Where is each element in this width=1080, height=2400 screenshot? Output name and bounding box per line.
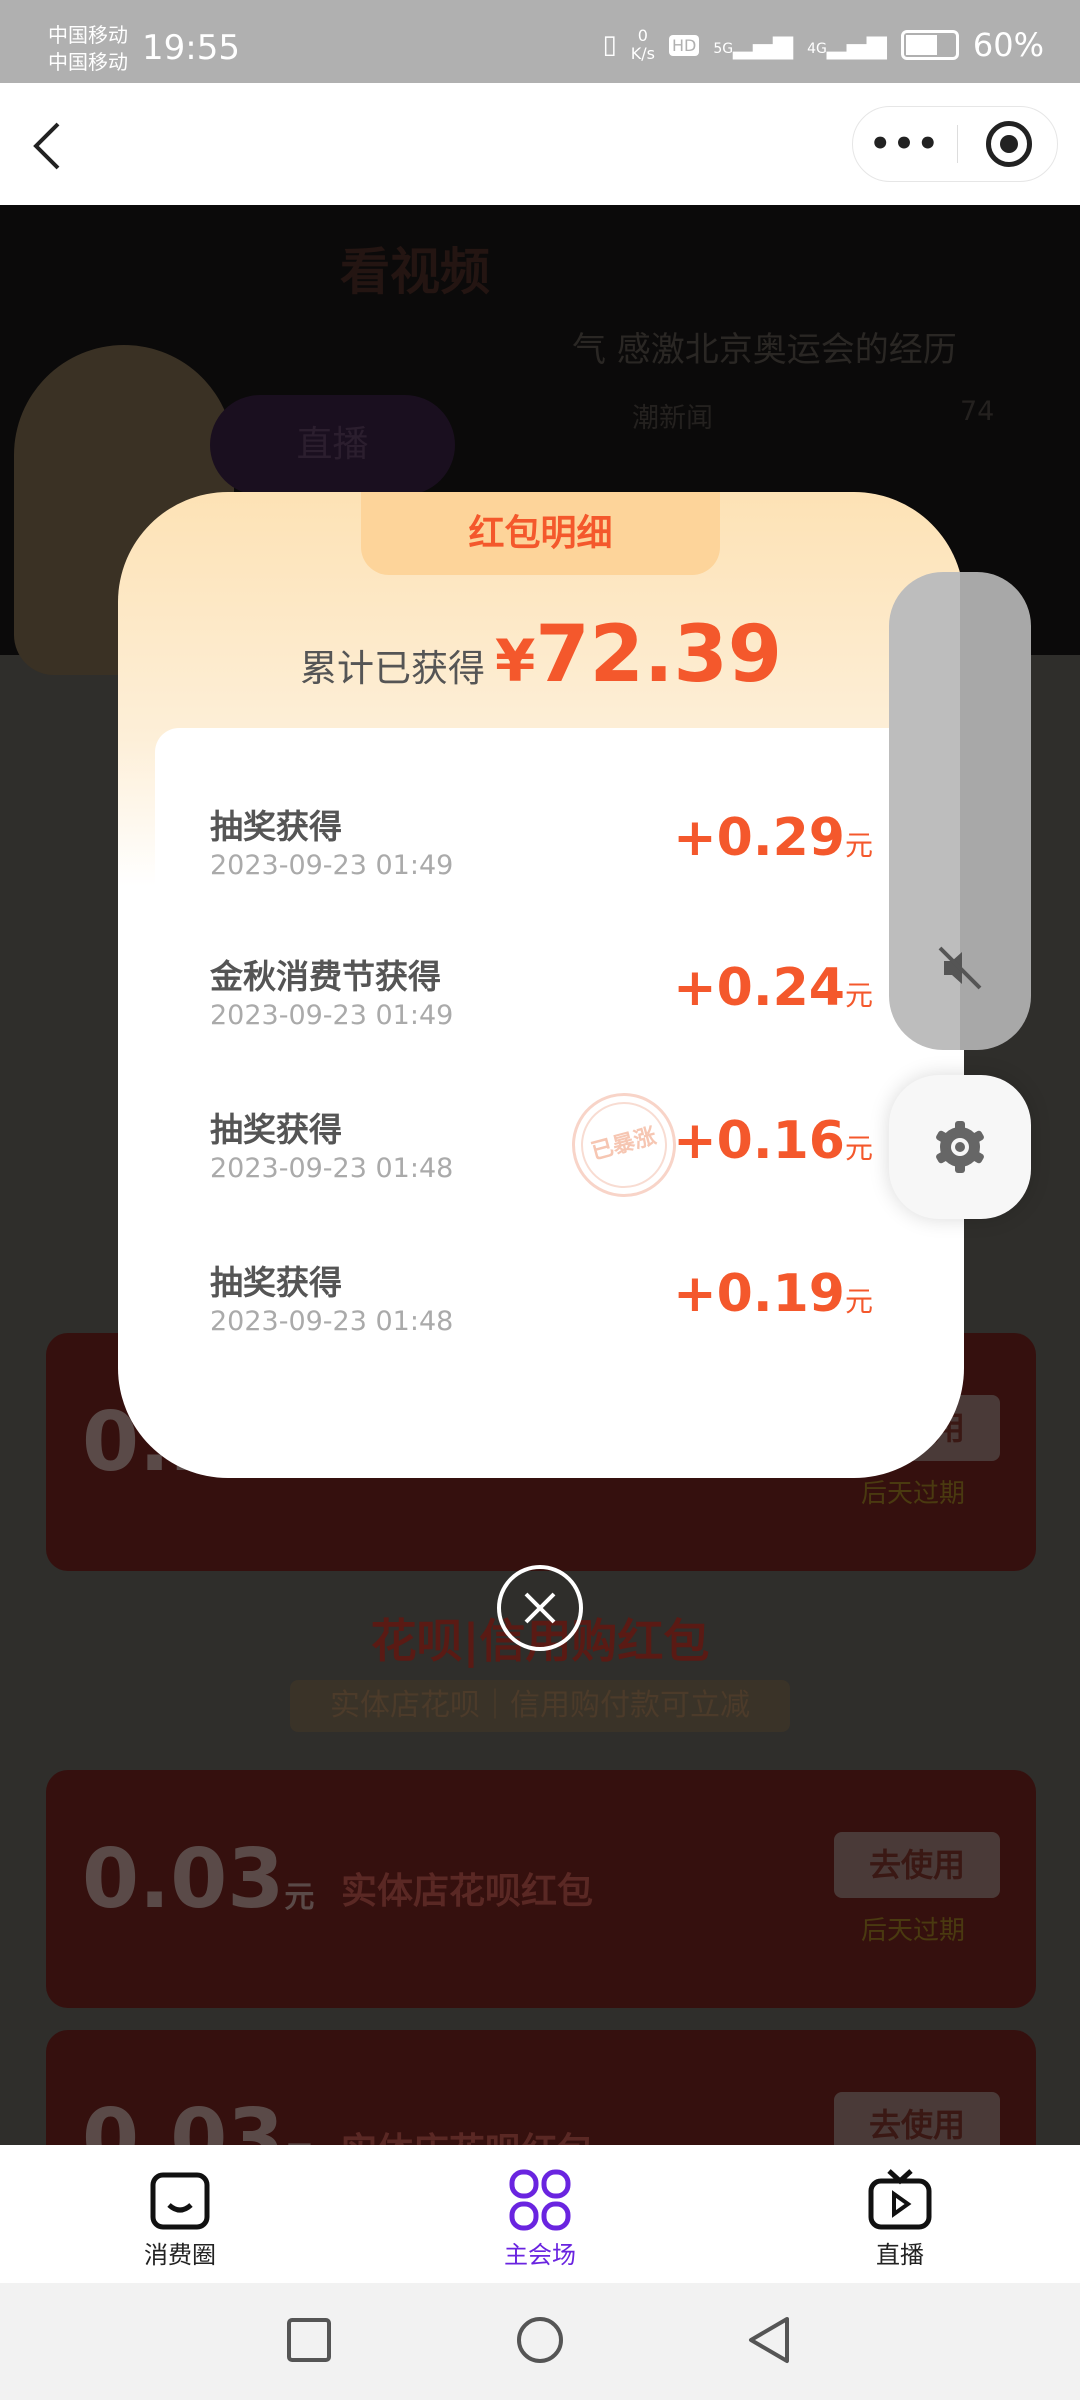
list-item: 金秋消费节获得 2023-09-23 01:49 +0.24元 xyxy=(155,918,925,1068)
section-subtitle: 实体店花呗｜信用购付款可立减 xyxy=(290,1680,790,1732)
tab-label: 直播 xyxy=(876,2241,924,2269)
home-circle-icon[interactable] xyxy=(515,2315,565,2365)
close-modal-button[interactable] xyxy=(497,1565,583,1651)
red-packet-detail-modal: 红包明细 累计已获得 ¥72.39 抽奖获得 2023-09-23 01:49 +… xyxy=(118,492,964,1478)
battery-percent: 60% xyxy=(972,26,1044,64)
coupon-card[interactable]: 0.03元 实体店花呗红包 去使用 后天过期 xyxy=(46,1770,1036,2008)
item-amount: +0.24元 xyxy=(673,958,873,1018)
expiry: 后天过期 xyxy=(861,1916,966,1946)
item-title: 金秋消费节获得 xyxy=(210,957,441,996)
total-earned: 累计已获得 ¥72.39 xyxy=(118,610,964,700)
news-likes: 74 xyxy=(960,396,995,427)
item-date: 2023-09-23 01:49 xyxy=(210,850,454,881)
net-speed-value: 0 xyxy=(637,26,648,45)
mini-program-capsule: ••• xyxy=(852,106,1058,182)
net-speed-unit: K/s xyxy=(630,44,655,63)
tv-play-icon xyxy=(868,2169,932,2230)
item-date: 2023-09-23 01:48 xyxy=(210,1153,454,1184)
sig1-label: 5G xyxy=(713,41,734,57)
item-amount: +0.19元 xyxy=(673,1264,873,1324)
item-date: 2023-09-23 01:49 xyxy=(210,1000,454,1031)
amount-value: +0.24 xyxy=(673,958,845,1018)
carrier-1: 中国移动 xyxy=(48,23,128,47)
divider xyxy=(957,125,958,163)
bg-tab-video[interactable]: 看视频 xyxy=(340,232,490,304)
hd-icon: HD xyxy=(668,34,700,56)
back-triangle-icon[interactable] xyxy=(745,2315,793,2365)
amount-value: +0.19 xyxy=(673,1264,845,1324)
amount-value: +0.16 xyxy=(673,1111,845,1171)
volume-mute-icon[interactable] xyxy=(934,942,986,994)
coupon-unit: 元 xyxy=(284,1880,315,1915)
vibrate-icon: ▯ xyxy=(602,30,617,60)
expiry: 后天过期 xyxy=(861,1479,966,1509)
tab-consumer-circle[interactable]: 消费圈 xyxy=(80,2145,280,2283)
coupon-value: 0.03 xyxy=(82,1832,285,1927)
tab-main-venue[interactable]: 主会场 xyxy=(440,2145,640,2283)
clock: 19:55 xyxy=(142,28,240,68)
item-amount: +0.29元 xyxy=(673,808,873,868)
chevron-left-icon[interactable] xyxy=(30,121,64,171)
item-title: 抽奖获得 xyxy=(210,807,342,846)
record-list[interactable]: 抽奖获得 2023-09-23 01:49 +0.29元 金秋消费节获得 202… xyxy=(155,728,925,1388)
amount-unit: 元 xyxy=(844,829,873,862)
tab-label: 主会场 xyxy=(504,2241,576,2269)
battery-icon xyxy=(900,30,959,60)
signal-4g: 4G▂▄▆ xyxy=(807,30,887,60)
news-headline[interactable]: 气 感激北京奥运会的经历 xyxy=(572,322,957,371)
item-amount: +0.16元 xyxy=(673,1111,873,1171)
nav-bar: ••• xyxy=(0,83,1080,205)
grid-icon xyxy=(509,2169,571,2231)
use-button[interactable]: 去使用 xyxy=(834,1832,1000,1898)
total-value: 72.39 xyxy=(535,610,783,700)
status-bar: 中国移动 中国移动 19:55 ▯ 0 K/s HD 5G▂▄▆ 4G▂▄▆ 60% xyxy=(0,0,1080,83)
live-button[interactable]: 直播 xyxy=(210,395,455,495)
net-speed: 0 K/s xyxy=(631,27,655,63)
signal-icon: ▂▄▆ xyxy=(733,30,794,60)
status-icons: ▯ 0 K/s HD 5G▂▄▆ 4G▂▄▆ 60% xyxy=(602,26,1044,64)
list-item: 抽奖获得 2023-09-23 01:48 +0.19元 xyxy=(155,1224,925,1374)
amount-unit: 元 xyxy=(844,1285,873,1318)
amount-value: +0.29 xyxy=(673,808,845,868)
volume-slider[interactable] xyxy=(889,572,1031,1050)
carrier-labels: 中国移动 中国移动 xyxy=(48,22,128,76)
item-title: 抽奖获得 xyxy=(210,1110,342,1149)
item-date: 2023-09-23 01:48 xyxy=(210,1306,454,1337)
bottom-tab-bar: 消费圈 主会场 直播 xyxy=(0,2145,1080,2283)
record-target-icon[interactable] xyxy=(986,121,1032,167)
currency-symbol: ¥ xyxy=(494,627,536,695)
list-item: 抽奖获得 2023-09-23 01:48 +0.16元 xyxy=(155,1071,925,1221)
gear-icon xyxy=(936,1121,984,1173)
signal-5g: 5G▂▄▆ xyxy=(713,30,793,60)
modal-title: 红包明细 xyxy=(361,492,720,575)
carrier-2: 中国移动 xyxy=(48,50,128,74)
close-icon xyxy=(524,1592,556,1624)
coupon-name: 实体店花呗红包 xyxy=(341,1871,594,1912)
list-item: 抽奖获得 2023-09-23 01:49 +0.29元 xyxy=(155,768,925,918)
news-source: 潮新闻 xyxy=(632,403,713,434)
amount-unit: 元 xyxy=(844,1132,873,1165)
signal-icon: ▂▄▆ xyxy=(826,30,887,60)
volume-settings-button[interactable] xyxy=(889,1075,1031,1219)
item-title: 抽奖获得 xyxy=(210,1263,342,1302)
tab-live[interactable]: 直播 xyxy=(800,2145,1000,2283)
tab-label: 消费圈 xyxy=(144,2241,216,2269)
recents-square-icon[interactable] xyxy=(286,2317,332,2363)
amount-unit: 元 xyxy=(844,979,873,1012)
shopping-bag-icon xyxy=(150,2172,210,2230)
more-dots-icon[interactable]: ••• xyxy=(853,124,957,164)
total-label: 累计已获得 xyxy=(299,647,485,690)
sig2-label: 4G xyxy=(807,41,827,57)
system-nav-bar xyxy=(0,2283,1080,2400)
coupon-amount: 0.03元 xyxy=(82,1832,314,1927)
